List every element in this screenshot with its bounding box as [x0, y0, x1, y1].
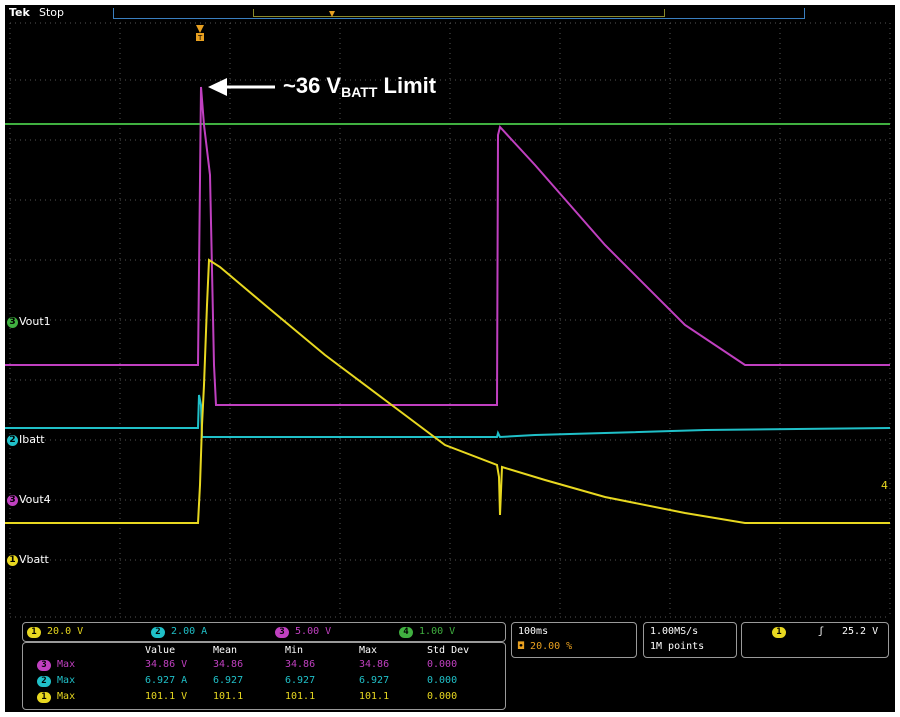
scale-ch2: 2 2.00 A	[151, 626, 207, 638]
waveform-vout4	[5, 86, 890, 406]
scale-ch3: 3 5.00 V	[275, 626, 331, 638]
scale-ch4: 4 1.00 V	[399, 626, 455, 638]
trigger-source: 1	[772, 627, 786, 638]
voltage-limit-annotation: ~36 VBATT Limit	[283, 73, 437, 100]
svg-text:T: T	[197, 34, 203, 42]
sample-rate: 1.00MS/s	[650, 626, 699, 637]
right-edge-marker: 4	[881, 479, 888, 492]
header-min: Min	[285, 645, 304, 656]
header-value: Value	[145, 645, 176, 656]
trigger-offset: ◘ 20.00 %	[518, 641, 573, 652]
center-marker	[329, 11, 335, 17]
trigger-level: 25.2 V	[842, 626, 879, 637]
measurement-table[interactable]: Value Mean Min Max Std Dev 3 Max 34.86 V…	[22, 642, 506, 710]
sampling-panel[interactable]: 1.00MS/s 1M points	[643, 622, 737, 658]
waveform-vbatt	[5, 258, 890, 524]
scale-ch1: 1 20.0 V	[27, 626, 83, 638]
graticule	[9, 22, 891, 618]
time-per-division: 100ms	[518, 626, 549, 637]
channel-label-vout1[interactable]: 3 Vout1	[7, 315, 51, 328]
timebase-panel[interactable]: 100ms ◘ 20.00 %	[511, 622, 637, 658]
header-mean: Mean	[213, 645, 238, 656]
waveform-display: T	[5, 11, 891, 618]
waveform-ibatt	[5, 394, 891, 439]
header-max: Max	[359, 645, 378, 656]
channel-label-vbatt[interactable]: 1 Vbatt	[7, 553, 49, 566]
trigger-position-marker: T	[196, 25, 204, 42]
trigger-slope-icon: ʃ	[818, 626, 825, 637]
header-std-dev: Std Dev	[427, 645, 470, 656]
record-length: 1M points	[650, 641, 705, 652]
vertical-scale-panel[interactable]: 1 20.0 V 2 2.00 A 3 5.00 V 4 1.00 V	[22, 622, 506, 642]
oscilloscope-screen: Tek Stop T ~36 VBATT Limit 3 Vout1 2 Ibat	[5, 5, 895, 712]
channel-label-ibatt[interactable]: 2 Ibatt	[7, 433, 45, 446]
annotation-arrow	[208, 78, 275, 96]
trigger-panel[interactable]: 1 ʃ 25.2 V	[741, 622, 889, 658]
channel-label-vout4[interactable]: 3 Vout4	[7, 493, 51, 506]
